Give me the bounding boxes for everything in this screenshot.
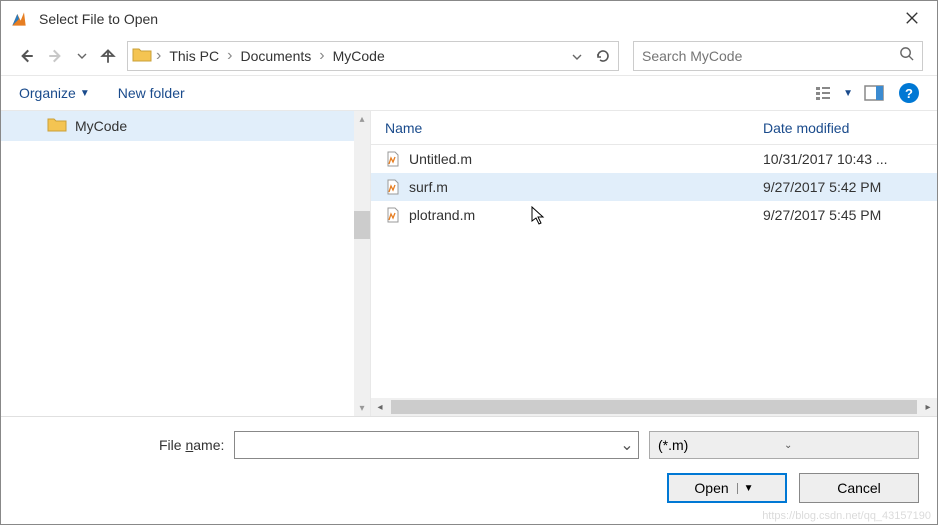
- refresh-button[interactable]: [592, 45, 614, 67]
- cancel-label: Cancel: [837, 480, 881, 496]
- mfile-icon: [385, 207, 401, 223]
- column-date[interactable]: Date modified: [763, 120, 923, 136]
- crumb-this-pc[interactable]: This PC: [165, 48, 223, 64]
- breadcrumb[interactable]: › This PC › Documents › MyCode: [127, 41, 619, 71]
- window-title: Select File to Open: [39, 11, 895, 27]
- scroll-thumb[interactable]: [354, 211, 370, 239]
- preview-pane-button[interactable]: [861, 81, 887, 105]
- chevron-right-icon: ›: [225, 47, 234, 65]
- file-row[interactable]: Untitled.m 10/31/2017 10:43 ...: [371, 145, 937, 173]
- folder-icon: [132, 46, 152, 66]
- app-icon: [9, 9, 29, 29]
- forward-button[interactable]: [45, 45, 67, 67]
- file-date: 9/27/2017 5:45 PM: [763, 207, 923, 223]
- search-icon: [899, 46, 914, 66]
- footer: File name: ⌄ (*.m) ⌄ Open ▼ Cancel: [1, 416, 937, 515]
- file-header: Name Date modified: [371, 111, 937, 145]
- organize-label: Organize: [19, 85, 76, 101]
- title-bar: Select File to Open: [1, 1, 937, 37]
- close-button[interactable]: [895, 5, 929, 34]
- file-name: Untitled.m: [409, 151, 755, 167]
- caret-down-icon: ▼: [80, 88, 90, 99]
- back-button[interactable]: [15, 45, 37, 67]
- tree-item-label: MyCode: [75, 118, 127, 134]
- toolbar: Organize ▼ New folder ▼ ?: [1, 75, 937, 111]
- scroll-track[interactable]: [391, 400, 917, 414]
- up-button[interactable]: [97, 45, 119, 67]
- open-label: Open: [694, 480, 728, 496]
- horizontal-scrollbar[interactable]: ◂ ▸: [371, 398, 937, 416]
- scroll-up-icon[interactable]: ▴: [354, 111, 370, 127]
- watermark: https://blog.csdn.net/qq_43157190: [762, 510, 931, 522]
- filename-input-wrap[interactable]: ⌄: [234, 431, 639, 459]
- filter-label: (*.m): [658, 437, 784, 453]
- cancel-button[interactable]: Cancel: [799, 473, 919, 503]
- mfile-icon: [385, 151, 401, 167]
- chevron-right-icon: ›: [317, 47, 326, 65]
- organize-menu[interactable]: Organize ▼: [19, 85, 90, 101]
- folder-icon: [47, 116, 67, 137]
- file-name: surf.m: [409, 179, 755, 195]
- crumb-documents[interactable]: Documents: [236, 48, 315, 64]
- file-list: Untitled.m 10/31/2017 10:43 ... surf.m 9…: [371, 145, 937, 398]
- help-button[interactable]: ?: [899, 83, 919, 103]
- file-name: plotrand.m: [409, 207, 755, 223]
- scroll-left-icon[interactable]: ◂: [371, 402, 389, 413]
- new-folder-label: New folder: [118, 85, 185, 101]
- body: MyCode ▴ ▾ Name Date modified Untitled.m…: [1, 111, 937, 416]
- mfile-icon: [385, 179, 401, 195]
- chevron-down-icon[interactable]: [568, 47, 586, 65]
- open-split-caret[interactable]: ▼: [737, 483, 760, 494]
- scroll-right-icon[interactable]: ▸: [919, 402, 937, 413]
- scroll-down-icon[interactable]: ▾: [354, 400, 370, 416]
- file-date: 9/27/2017 5:42 PM: [763, 179, 923, 195]
- open-button[interactable]: Open ▼: [667, 473, 787, 503]
- column-name[interactable]: Name: [385, 120, 763, 136]
- sidebar-scrollbar[interactable]: ▴ ▾: [354, 111, 370, 416]
- caret-down-icon[interactable]: ▼: [843, 88, 853, 99]
- folder-tree: MyCode ▴ ▾: [1, 111, 371, 416]
- recent-dropdown[interactable]: [75, 45, 89, 67]
- filename-label: File name:: [159, 437, 224, 453]
- filename-input[interactable]: [235, 437, 616, 453]
- chevron-down-icon[interactable]: ⌄: [616, 435, 638, 455]
- chevron-down-icon: ⌄: [784, 440, 910, 451]
- tree-item-mycode[interactable]: MyCode: [1, 111, 370, 141]
- view-options-button[interactable]: [813, 81, 839, 105]
- chevron-right-icon: ›: [154, 47, 163, 65]
- file-pane: Name Date modified Untitled.m 10/31/2017…: [371, 111, 937, 416]
- file-row[interactable]: plotrand.m 9/27/2017 5:45 PM: [371, 201, 937, 229]
- new-folder-button[interactable]: New folder: [118, 85, 185, 101]
- nav-row: › This PC › Documents › MyCode: [1, 37, 937, 75]
- file-row[interactable]: surf.m 9/27/2017 5:42 PM: [371, 173, 937, 201]
- file-date: 10/31/2017 10:43 ...: [763, 151, 923, 167]
- search-box[interactable]: [633, 41, 923, 71]
- filetype-filter[interactable]: (*.m) ⌄: [649, 431, 919, 459]
- crumb-mycode[interactable]: MyCode: [329, 48, 389, 64]
- search-input[interactable]: [642, 48, 893, 64]
